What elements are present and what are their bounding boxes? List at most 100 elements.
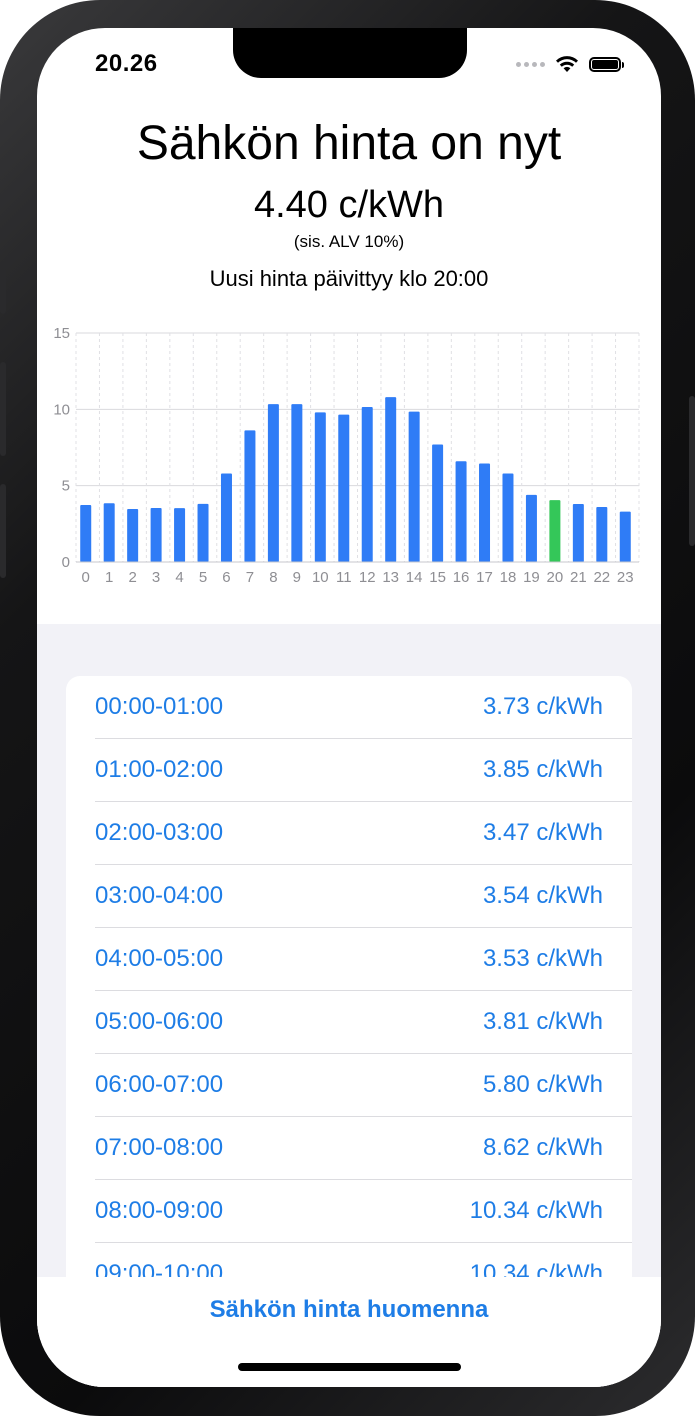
chart-bar xyxy=(127,509,139,562)
price-row-time: 08:00-09:00 xyxy=(95,1197,224,1224)
chart-bar xyxy=(596,507,608,562)
price-row[interactable]: 02:00-03:00 3.47 c/kWh xyxy=(95,802,632,865)
price-row-time: 06:00-07:00 xyxy=(95,1071,224,1098)
chart-x-tick-label: 5 xyxy=(199,569,207,586)
price-row-value: 5.80 c/kWh xyxy=(482,1071,603,1098)
chart-y-tick-label: 15 xyxy=(53,325,70,342)
volume-down-button xyxy=(0,484,6,578)
status-icons xyxy=(516,52,624,76)
price-row-value: 10.34 c/kWh xyxy=(469,1197,603,1224)
chart-bar xyxy=(291,404,303,562)
mute-switch xyxy=(0,268,6,314)
chart-bar xyxy=(572,503,584,562)
chart-bar xyxy=(408,411,420,562)
chart-x-tick-label: 15 xyxy=(429,569,446,586)
chart-bar-current xyxy=(549,500,561,562)
chart-bar xyxy=(385,397,397,562)
chart-bar xyxy=(150,507,162,562)
chart-x-tick-label: 9 xyxy=(293,569,301,586)
chart-x-tick-label: 21 xyxy=(570,569,587,586)
wifi-icon xyxy=(556,56,578,72)
chart-x-tick-label: 1 xyxy=(105,569,113,586)
chart-x-tick-label: 3 xyxy=(152,569,160,586)
chart-y-tick-label: 10 xyxy=(53,401,70,418)
chart-x-tick-label: 2 xyxy=(128,569,136,586)
price-row-time: 05:00-06:00 xyxy=(95,1008,224,1035)
chart-x-tick-label: 10 xyxy=(312,569,329,586)
price-row[interactable]: 01:00-02:00 3.85 c/kWh xyxy=(95,739,632,802)
chart-svg: 0510150 1 2 3 4 5 6 7 8 9 10 11 12 13 14 15 16 17 18 19 20 21… xyxy=(53,325,640,586)
cellular-signal-icon xyxy=(516,61,545,67)
notch xyxy=(233,28,467,78)
chart-x-tick-label: 18 xyxy=(500,569,517,586)
vat-note: (sis. ALV 10%) xyxy=(293,232,405,251)
chart-bar xyxy=(479,463,491,562)
chart-bar xyxy=(525,494,537,562)
chart-x-tick-label: 7 xyxy=(246,569,254,586)
price-row-time: 03:00-04:00 xyxy=(95,882,224,909)
phone-frame: 20.26 Sähkön hinta on nyt 4.40 c/kWh (si… xyxy=(0,0,695,1416)
chart-x-tick-label: 17 xyxy=(476,569,493,586)
update-note: Uusi hinta päivittyy klo 20:00 xyxy=(209,266,489,291)
battery-icon xyxy=(589,56,624,72)
chart-x-tick-label: 16 xyxy=(453,569,470,586)
price-row-value: 3.53 c/kWh xyxy=(482,945,603,972)
power-button xyxy=(689,396,695,546)
price-row-value: 3.54 c/kWh xyxy=(482,882,603,909)
price-row[interactable]: 08:00-09:00 10.34 c/kWh xyxy=(95,1180,632,1243)
chart-x-tick-label: 19 xyxy=(523,569,540,586)
chart-y-tick-label: 5 xyxy=(62,478,70,495)
chart-bar xyxy=(197,503,209,562)
price-row-time: 04:00-05:00 xyxy=(95,945,224,972)
page-title: Sähkön hinta on nyt xyxy=(136,117,562,170)
price-row[interactable]: 03:00-04:00 3.54 c/kWh xyxy=(95,865,632,928)
price-row[interactable]: 04:00-05:00 3.53 c/kWh xyxy=(95,928,632,991)
price-row-value: 3.73 c/kWh xyxy=(482,693,603,720)
chart-bar xyxy=(502,473,514,562)
status-time: 20.26 xyxy=(95,50,158,77)
chart-bar xyxy=(455,461,467,562)
chart-bar xyxy=(314,412,326,562)
chart-bar xyxy=(220,473,232,562)
price-row-value: 3.85 c/kWh xyxy=(482,756,603,783)
chart-bar xyxy=(361,407,373,562)
chart-x-tick-label: 11 xyxy=(336,569,352,586)
price-row[interactable]: 00:00-01:00 3.73 c/kWh xyxy=(95,676,632,739)
price-row-value: 8.62 c/kWh xyxy=(482,1134,603,1161)
chart-bar xyxy=(619,511,631,562)
chart-bar xyxy=(267,404,279,562)
volume-up-button xyxy=(0,362,6,456)
chart-x-tick-label: 20 xyxy=(547,569,564,586)
price-row-time: 00:00-01:00 xyxy=(95,693,224,720)
chart-bar xyxy=(244,430,256,562)
chart-x-tick-label: 13 xyxy=(382,569,399,586)
chart-x-tick-label: 14 xyxy=(406,569,423,586)
home-indicator[interactable] xyxy=(238,1363,461,1371)
price-row-time: 07:00-08:00 xyxy=(95,1134,224,1161)
chart-y-tick-label: 0 xyxy=(62,554,70,571)
hourly-price-chart: 0 5 10 15 0 1 2 3 4 5 6 7 8 9 10 11 12 13 14 15 16 17 18 19 20 21… xyxy=(37,318,661,588)
price-row[interactable]: 06:00-07:00 5.80 c/kWh xyxy=(95,1054,632,1117)
price-row-value: 3.81 c/kWh xyxy=(482,1008,603,1035)
chart-x-tick-label: 12 xyxy=(359,569,376,586)
chart-x-tick-label: 8 xyxy=(269,569,277,586)
chart-bar xyxy=(338,414,350,562)
chart-x-tick-label: 22 xyxy=(593,569,610,586)
price-row-time: 02:00-03:00 xyxy=(95,819,224,846)
chart-bar xyxy=(103,503,115,562)
screen: 20.26 Sähkön hinta on nyt 4.40 c/kWh (si… xyxy=(37,28,661,1387)
price-row[interactable]: 05:00-06:00 3.81 c/kWh xyxy=(95,991,632,1054)
current-price: 4.40 c/kWh xyxy=(253,184,445,226)
price-list[interactable]: 00:00-01:00 3.73 c/kWh 01:00-02:00 3.85 c/k… xyxy=(66,676,632,1296)
chart-x-tick-label: 4 xyxy=(175,569,183,586)
chart-x-tick-label: 6 xyxy=(222,569,230,586)
chart-bar xyxy=(174,508,186,562)
chart-bar xyxy=(432,444,444,562)
price-row[interactable]: 07:00-08:00 8.62 c/kWh xyxy=(95,1117,632,1180)
chart-x-tick-label: 0 xyxy=(82,569,90,586)
price-row-time: 01:00-02:00 xyxy=(95,756,224,783)
chart-x-tick-label: 23 xyxy=(617,569,634,586)
price-row-value: 3.47 c/kWh xyxy=(482,819,603,846)
chart-bar xyxy=(80,505,92,562)
tomorrow-price-button[interactable]: Sähkön hinta huomenna xyxy=(37,1296,661,1324)
